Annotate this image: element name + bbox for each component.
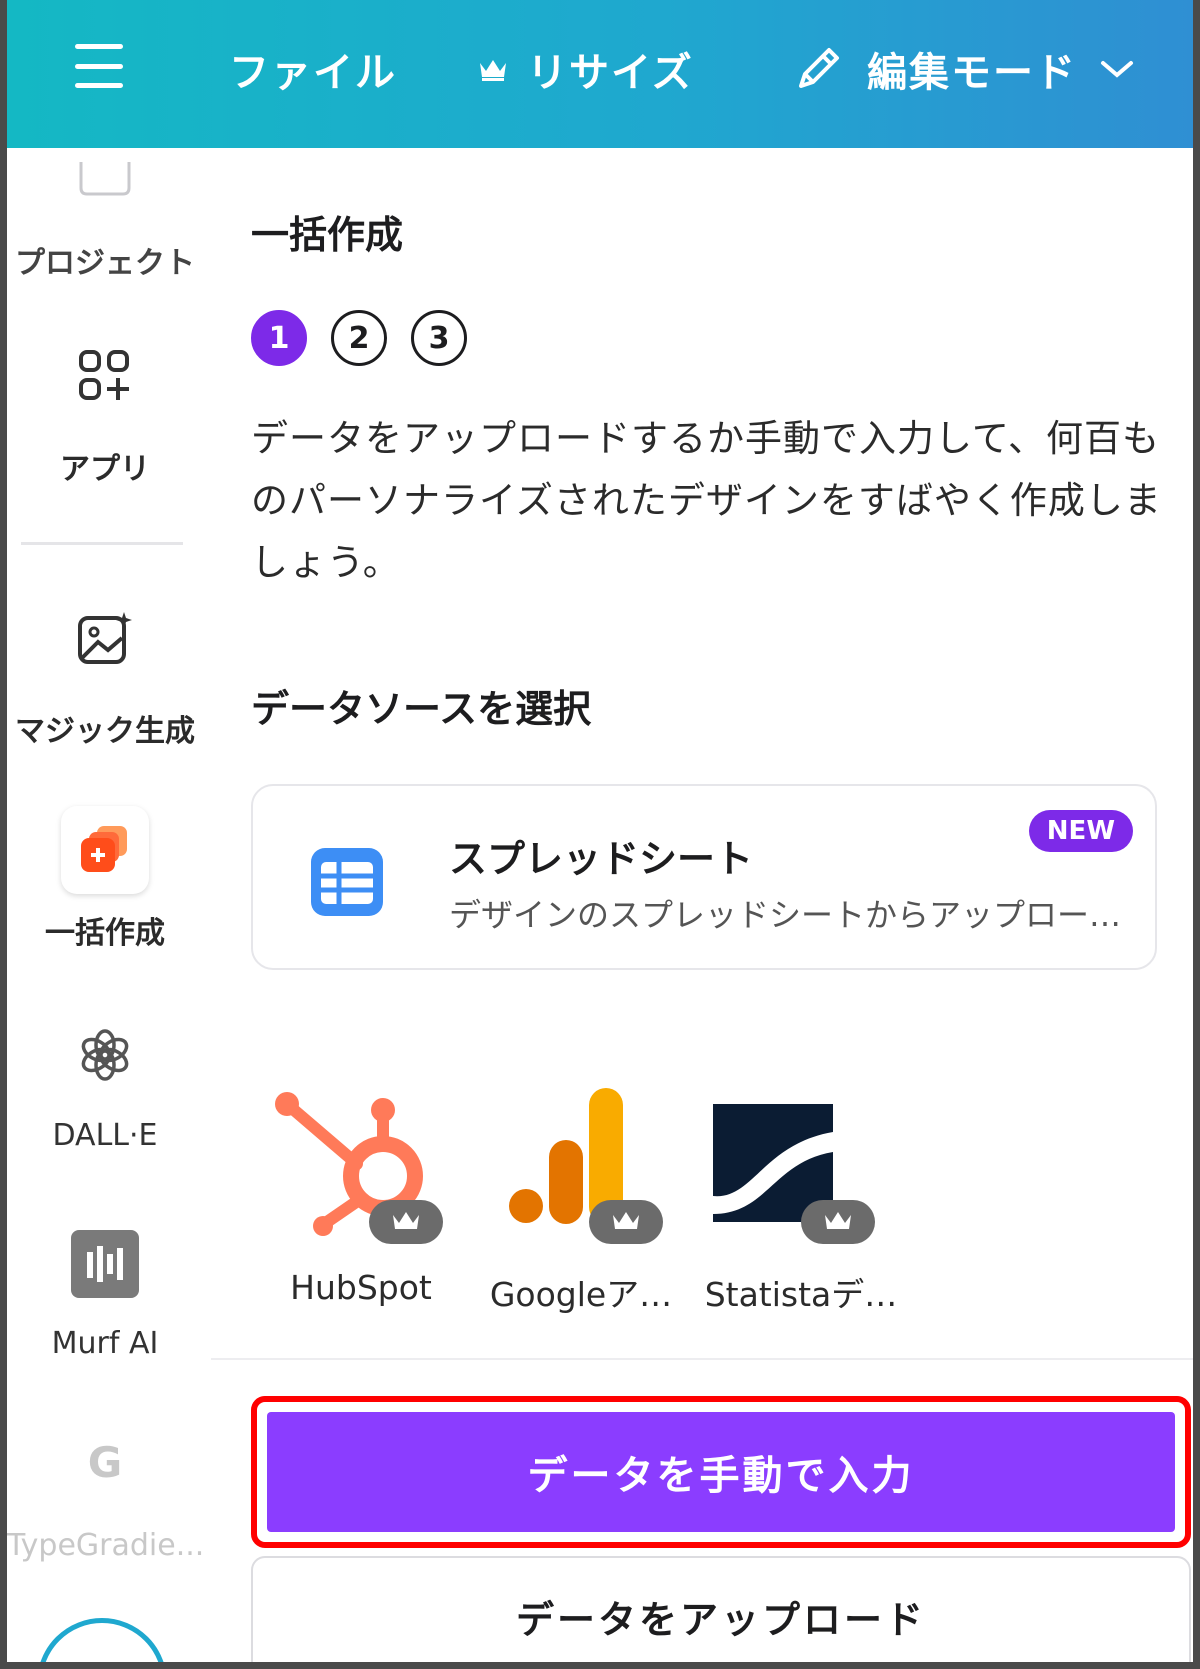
data-source-title: データソースを選択: [251, 687, 592, 731]
app-label: HubSpot: [290, 1268, 432, 1307]
sidebar-item-label: Murf AI: [51, 1326, 159, 1361]
step-1: 1: [251, 310, 307, 366]
sidebar-item-label: TypeGradie...: [7, 1528, 203, 1563]
folder-icon: [79, 162, 131, 196]
murf-icon: [71, 1230, 139, 1298]
pencil-icon: [799, 48, 839, 88]
sidebar-item-murf-ai[interactable]: Murf AI: [7, 1230, 203, 1390]
crown-icon: [825, 1212, 851, 1229]
resize-label: リサイズ: [527, 50, 694, 96]
sidebar-item-label: 一括作成: [45, 916, 165, 951]
crown-icon: [613, 1212, 639, 1229]
spreadsheet-icon: [311, 848, 383, 916]
panel-title: 一括作成: [251, 213, 404, 257]
resize-button[interactable]: リサイズ: [477, 40, 694, 98]
sidebar-item-magic-generate[interactable]: マジック生成: [7, 610, 203, 760]
sidebar-item-bulk-create[interactable]: 一括作成: [7, 806, 203, 956]
sidebar-item-dalle[interactable]: DALL·E: [7, 1028, 203, 1178]
avatar[interactable]: [37, 1618, 167, 1662]
bulk-create-icon-tile: [61, 806, 149, 894]
step-2: 2: [331, 310, 387, 366]
enter-data-manually-button[interactable]: データを手動で入力: [267, 1412, 1175, 1532]
spreadsheet-card-subtitle: デザインのスプレッドシートからアップロード…: [449, 896, 1139, 934]
app-label: Googleア…: [489, 1275, 673, 1314]
highlight-frame: データを手動で入力: [251, 1396, 1191, 1548]
premium-crown-badge: [589, 1200, 663, 1244]
sidebar-item-projects[interactable]: プロジェクト: [7, 148, 203, 288]
file-menu-button[interactable]: ファイル: [229, 40, 397, 98]
typegradient-icon: G: [87, 1438, 123, 1487]
crown-icon: [480, 60, 506, 81]
chevron-down-icon: [1101, 61, 1133, 78]
edit-mode-dropdown[interactable]: 編集モード: [791, 40, 1135, 98]
apps-grid-icon: [79, 350, 129, 400]
sidebar: プロジェクト アプリ マジック生成 一括作成 DALL·E Murf AI G …: [7, 148, 203, 1662]
sidebar-item-apps[interactable]: アプリ: [7, 348, 203, 518]
magic-image-icon: [78, 612, 132, 664]
openai-icon: [81, 1029, 129, 1081]
app-google-analytics[interactable]: Googleア…: [471, 1088, 691, 1328]
premium-crown-badge: [369, 1200, 443, 1244]
footer-divider: [211, 1358, 1193, 1360]
spreadsheet-card-title: スプレッドシート: [449, 837, 754, 881]
sidebar-item-label: DALL·E: [52, 1118, 158, 1153]
bulk-create-icon: [81, 826, 127, 872]
app-label: Statistaデ…: [704, 1275, 898, 1314]
step-indicator: 1 2 3: [251, 310, 467, 366]
step-3: 3: [411, 310, 467, 366]
upload-data-button[interactable]: データをアップロード: [251, 1556, 1191, 1662]
app-hubspot[interactable]: HubSpot: [251, 1088, 471, 1328]
top-toolbar: ファイル リサイズ 編集モード: [7, 0, 1193, 148]
sidebar-item-label: プロジェクト: [15, 246, 195, 281]
app-statista[interactable]: Statistaデ…: [691, 1088, 911, 1328]
crown-icon: [393, 1212, 419, 1229]
sidebar-item-label: マジック生成: [15, 714, 195, 749]
sidebar-item-label: アプリ: [60, 452, 150, 487]
panel-description: データをアップロードするか手動で入力して、何百ものパーソナライズされたデザインを…: [251, 417, 1162, 584]
sidebar-item-typegradient[interactable]: G TypeGradie...: [7, 1438, 203, 1588]
data-source-apps: HubSpot Googleア… Statistaデ…: [251, 1088, 951, 1328]
new-badge: NEW: [1028, 810, 1133, 852]
spreadsheet-card[interactable]: スプレッドシート デザインのスプレッドシートからアップロード… NEW: [251, 784, 1157, 970]
menu-icon[interactable]: [75, 44, 123, 88]
premium-crown-badge: [801, 1200, 875, 1244]
app-window: ファイル リサイズ 編集モード プロジェクト アプリ マジック生成 一括作成 D…: [7, 0, 1193, 1662]
edit-mode-label: 編集モード: [867, 50, 1077, 96]
sidebar-divider: [21, 542, 183, 545]
